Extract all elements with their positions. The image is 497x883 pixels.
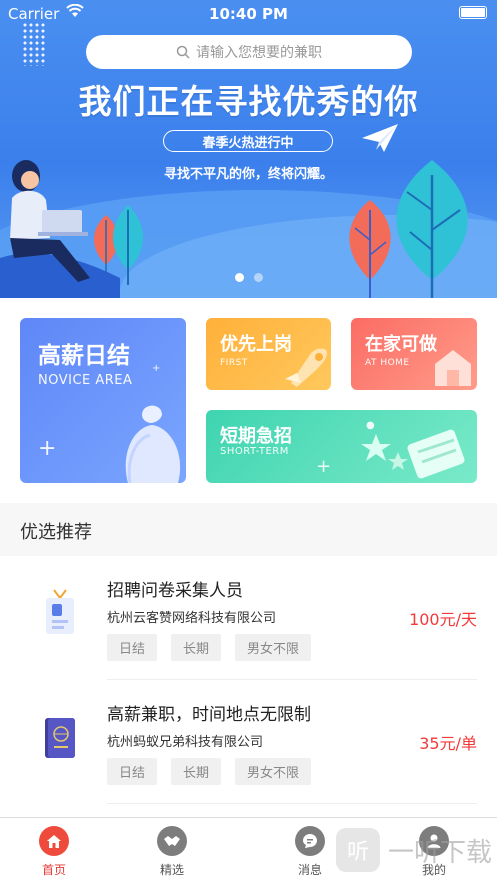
hero-banner[interactable]: Carrier 10:40 PM 请输入您想要的兼职 我们正在寻找优秀的你 春季… <box>0 0 497 298</box>
category-card-at-home[interactable]: 在家可做 AT HOME <box>351 318 477 390</box>
carousel-dot[interactable] <box>253 273 263 282</box>
job-title: 高薪兼职，时间地点无限制 <box>107 705 311 725</box>
carousel-dot-active[interactable] <box>234 273 244 282</box>
job-company: 杭州蚂蚁兄弟科技有限公司 <box>107 735 264 750</box>
category-title: 在家可做 <box>365 334 437 355</box>
handshake-icon <box>157 826 187 856</box>
category-card-priority[interactable]: 优先上岗 FIRST <box>206 318 331 390</box>
job-tags: 日结 长期 男女不限 <box>107 758 312 785</box>
chat-icon <box>295 826 325 856</box>
category-subtitle: NOVICE AREA <box>38 373 133 388</box>
dot-pattern-decoration <box>22 22 46 66</box>
section-title: 优选推荐 <box>20 522 92 543</box>
category-title: 高薪日结 <box>38 343 130 369</box>
job-list: 招聘问卷采集人员 杭州云客赞网络科技有限公司 100元/天 日结 长期 男女不限… <box>0 556 497 818</box>
section-header: 优选推荐 <box>0 503 497 556</box>
status-bar: Carrier 10:40 PM <box>0 0 497 28</box>
sparkle-icon: + <box>152 363 161 374</box>
divider <box>107 803 477 804</box>
tab-messages[interactable]: 消息 <box>280 826 340 878</box>
job-salary: 35元/单 <box>419 734 477 753</box>
tab-featured[interactable]: 精选 <box>142 826 202 878</box>
job-tag: 男女不限 <box>235 758 312 785</box>
sparkle-icon: + <box>38 436 57 461</box>
watermark-logo: 听 <box>336 828 380 872</box>
battery-icon <box>459 6 487 19</box>
paper-plane-icon <box>362 124 398 152</box>
job-tag: 日结 <box>107 758 158 785</box>
category-grid: 高薪日结 NOVICE AREA + + 优先上岗 FIRST 在家可做 AT … <box>0 298 497 503</box>
stars-ticket-icon <box>361 429 465 479</box>
category-subtitle: FIRST <box>220 358 248 368</box>
sparkle-icon: + <box>316 456 332 477</box>
banner-title: 我们正在寻找优秀的你 <box>78 82 419 121</box>
tab-label: 首页 <box>41 863 66 877</box>
tab-home[interactable]: 首页 <box>24 826 84 878</box>
job-tag: 长期 <box>171 634 222 661</box>
watermark-text: 一听下载 <box>388 837 493 868</box>
house-icon <box>435 350 471 386</box>
rocket-icon <box>285 348 327 387</box>
search-icon <box>176 45 190 59</box>
job-title: 招聘问卷采集人员 <box>107 581 243 601</box>
watermark: 听 一听下载 <box>336 828 492 872</box>
id-badge-icon <box>46 589 74 634</box>
job-tags: 日结 长期 男女不限 <box>107 634 312 661</box>
clock: 10:40 PM <box>209 5 288 23</box>
job-tag: 日结 <box>107 634 158 661</box>
category-subtitle: SHORT-TERM <box>220 446 289 457</box>
tab-label: 精选 <box>159 863 184 877</box>
category-title: 短期急招 <box>220 426 292 447</box>
job-tag: 长期 <box>171 758 222 785</box>
category-card-high-pay-daily[interactable]: 高薪日结 NOVICE AREA + + <box>20 318 186 483</box>
tab-label: 消息 <box>297 863 322 877</box>
banner-pill: 春季火热进行中 <box>163 130 333 152</box>
job-salary: 100元/天 <box>409 610 477 629</box>
home-icon <box>39 826 69 856</box>
category-card-short-term[interactable]: 短期急招 SHORT-TERM + ● <box>206 410 477 483</box>
job-list-item[interactable]: 高薪兼职，时间地点无限制 杭州蚂蚁兄弟科技有限公司 35元/单 日结 长期 男女… <box>0 680 497 804</box>
passport-icon <box>45 718 75 758</box>
job-company: 杭州云客赞网络科技有限公司 <box>107 611 277 626</box>
job-tag: 男女不限 <box>235 634 312 661</box>
money-bag-icon <box>125 405 181 483</box>
category-subtitle: AT HOME <box>365 358 410 368</box>
search-placeholder: 请输入您想要的兼职 <box>196 45 322 61</box>
search-bar[interactable]: 请输入您想要的兼职 <box>86 35 412 69</box>
carousel-indicator[interactable] <box>0 273 497 282</box>
job-list-item[interactable]: 招聘问卷采集人员 杭州云客赞网络科技有限公司 100元/天 日结 长期 男女不限 <box>0 556 497 680</box>
